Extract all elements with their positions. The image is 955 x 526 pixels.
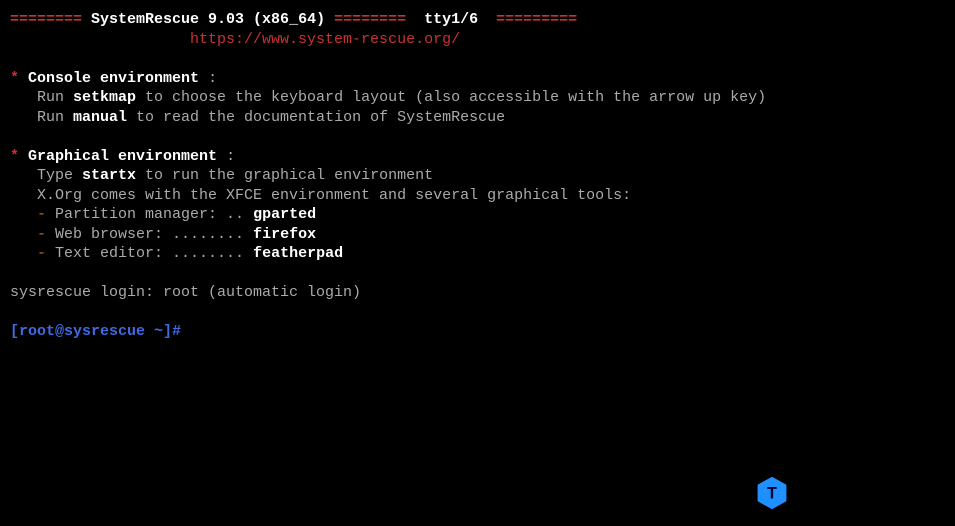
- shell-prompt[interactable]: [root@sysrescue ~]#: [10, 322, 945, 342]
- hexagon-badge: T: [754, 475, 790, 511]
- url-line: https://www.system-rescue.org/: [10, 30, 945, 50]
- console-line-2: Run manual to read the documentation of …: [10, 108, 945, 128]
- tool-2: - Web browser: ........ firefox: [10, 225, 945, 245]
- console-line-1: Run setkmap to choose the keyboard layou…: [10, 88, 945, 108]
- svg-text:T: T: [767, 484, 777, 502]
- hexagon-icon: T: [754, 475, 790, 511]
- graphical-heading: * Graphical environment :: [10, 147, 945, 167]
- login-line: sysrescue login: root (automatic login): [10, 283, 945, 303]
- header-line: ======== SystemRescue 9.03 (x86_64) ====…: [10, 10, 945, 30]
- graphical-line-2: X.Org comes with the XFCE environment an…: [10, 186, 945, 206]
- console-heading: * Console environment :: [10, 69, 945, 89]
- tool-3: - Text editor: ........ featherpad: [10, 244, 945, 264]
- tool-1: - Partition manager: .. gparted: [10, 205, 945, 225]
- graphical-line-1: Type startx to run the graphical environ…: [10, 166, 945, 186]
